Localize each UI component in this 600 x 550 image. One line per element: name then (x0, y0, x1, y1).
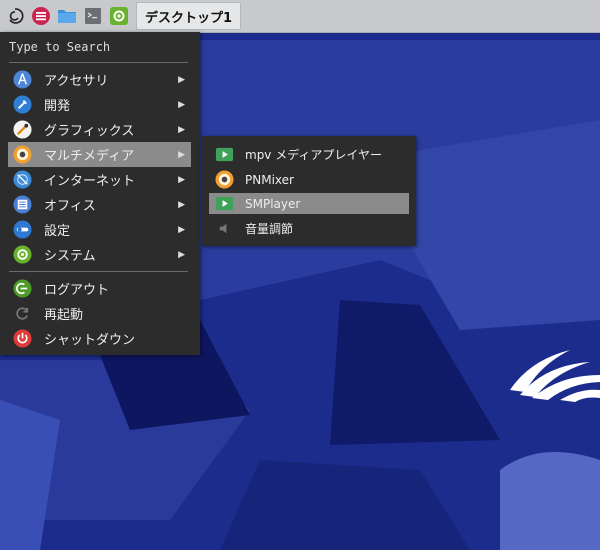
menu-item-label: オフィス (44, 199, 96, 214)
menu-item-preferences[interactable]: 設定 ▶ (0, 217, 200, 242)
multimedia-icon (13, 145, 32, 164)
menu-item-multimedia[interactable]: マルチメディア ▶ (8, 142, 191, 167)
taskbar-desktop-button[interactable]: デスクトップ1 (136, 2, 242, 30)
menu-icon[interactable] (30, 5, 52, 27)
menu-item-office[interactable]: オフィス ▶ (0, 192, 200, 217)
menu-item-label: 設定 (44, 224, 71, 239)
mixer-icon (215, 170, 234, 189)
menu-item-internet[interactable]: インターネット ▶ (0, 167, 200, 192)
office-icon (13, 195, 32, 214)
submenu-arrow-icon: ▶ (178, 74, 185, 85)
taskbar: デスクトップ1 (0, 0, 600, 33)
submenu-arrow-icon: ▶ (178, 199, 185, 210)
menu-item-reboot[interactable]: 再起動 (0, 301, 200, 326)
reboot-icon (16, 307, 29, 320)
menu-item-label: シャットダウン (44, 333, 136, 348)
submenu-item-label: 音量調節 (245, 222, 294, 236)
graphics-icon (13, 120, 32, 139)
menu-item-label: 開発 (44, 99, 71, 114)
submenu-item-mpv[interactable]: mpv メディアプレイヤー (209, 144, 409, 165)
terminal-icon[interactable] (82, 5, 104, 27)
submenu-arrow-icon: ▶ (178, 99, 185, 110)
submenu-arrow-icon: ▶ (178, 124, 185, 135)
media-player-icon (215, 196, 234, 211)
submenu-item-label: SMPlayer (245, 196, 301, 211)
submenu-item-label: mpv メディアプレイヤー (245, 148, 383, 162)
submenu-item-volume-control[interactable]: 音量調節 (209, 218, 409, 239)
multimedia-submenu: mpv メディアプレイヤー PNMixer SMPlayer 音量調節 (202, 136, 416, 246)
accessories-icon (13, 70, 32, 89)
shutdown-icon (13, 329, 32, 348)
menu-item-logout[interactable]: ログアウト (0, 276, 200, 301)
settings-icon (13, 220, 32, 239)
submenu-item-smplayer[interactable]: SMPlayer (209, 193, 409, 214)
menu-item-label: マルチメディア (44, 149, 135, 164)
menu-item-shutdown[interactable]: シャットダウン (0, 326, 200, 351)
search-input[interactable]: Type to Search (0, 32, 200, 62)
settings-icon[interactable] (108, 5, 130, 27)
submenu-arrow-icon: ▶ (178, 224, 185, 235)
system-icon (13, 245, 32, 264)
media-player-icon (215, 147, 234, 162)
submenu-arrow-icon: ▶ (178, 149, 185, 160)
volume-icon (219, 223, 227, 234)
submenu-arrow-icon: ▶ (178, 249, 185, 260)
logout-icon (13, 279, 32, 298)
folder-icon[interactable] (56, 5, 78, 27)
development-icon (13, 95, 32, 114)
submenu-arrow-icon: ▶ (178, 174, 185, 185)
application-menu: Type to Search アクセサリ ▶ 開発 ▶ グラフィックス ▶ マル… (0, 32, 200, 355)
submenu-item-label: PNMixer (245, 172, 294, 187)
menu-item-label: システム (44, 249, 96, 264)
internet-icon (13, 170, 32, 189)
submenu-item-pnmixer[interactable]: PNMixer (209, 169, 409, 190)
menu-item-graphics[interactable]: グラフィックス ▶ (0, 117, 200, 142)
menu-item-development[interactable]: 開発 ▶ (0, 92, 200, 117)
menu-item-label: 再起動 (44, 308, 84, 323)
debian-logo-icon[interactable] (4, 5, 26, 27)
menu-item-accessories[interactable]: アクセサリ ▶ (0, 67, 200, 92)
menu-item-label: グラフィックス (44, 124, 135, 139)
menu-item-system[interactable]: システム ▶ (0, 242, 200, 267)
menu-item-label: アクセサリ (44, 74, 109, 89)
menu-item-label: インターネット (44, 174, 136, 189)
menu-item-label: ログアウト (44, 283, 110, 298)
